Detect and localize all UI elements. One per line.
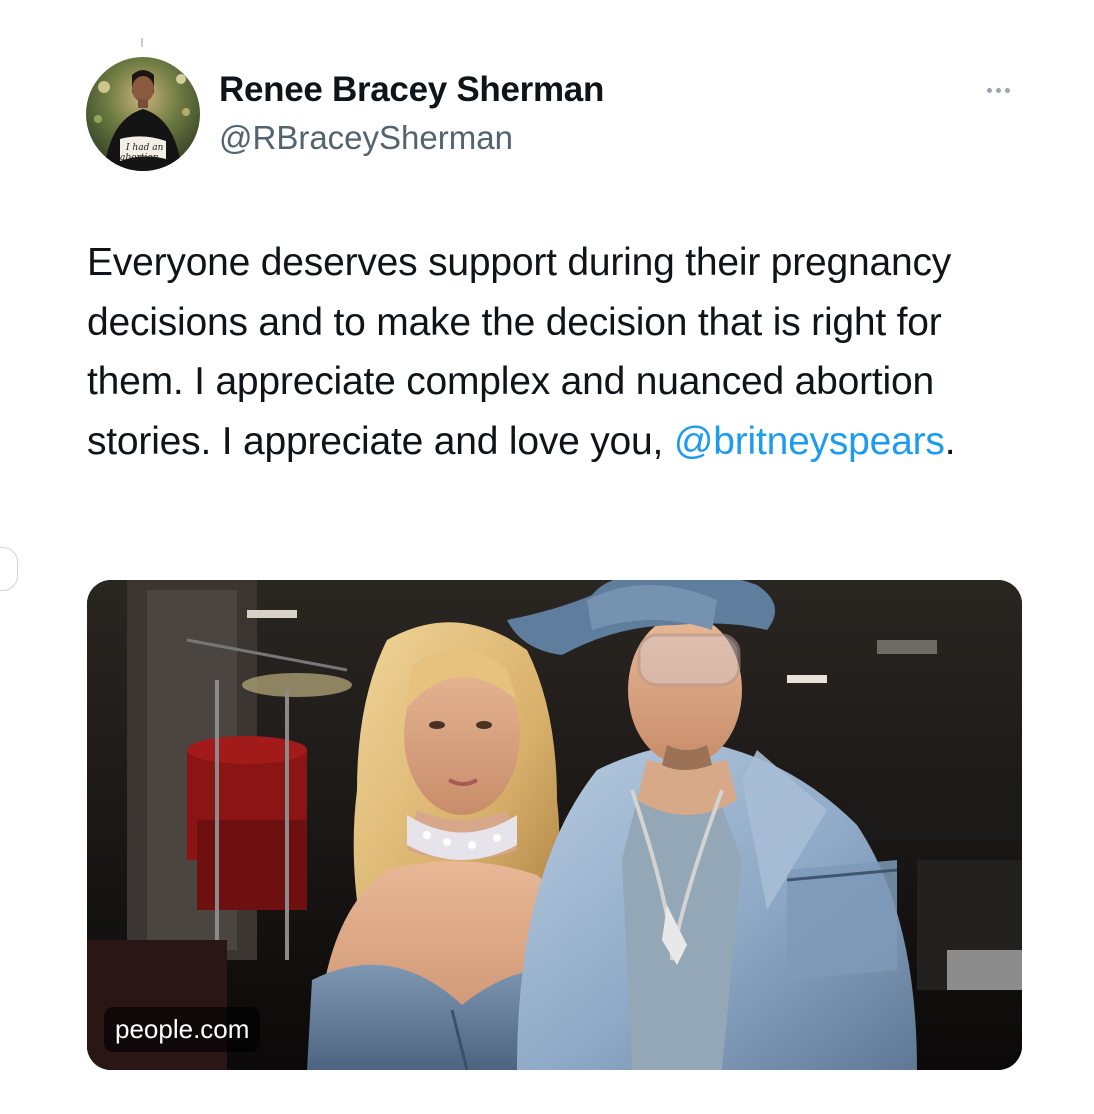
more-horizontal-icon bbox=[986, 87, 992, 93]
tweet-media-card[interactable]: people.com bbox=[87, 580, 1022, 1070]
side-scroll-handle[interactable] bbox=[0, 547, 18, 591]
tweet-end-punctuation: . bbox=[944, 419, 956, 463]
author-display-name[interactable]: Renee Bracey Sherman bbox=[219, 68, 604, 112]
author-avatar[interactable]: I had an abortion. bbox=[86, 57, 200, 171]
avatar-shirt-line2: abortion. bbox=[120, 153, 162, 163]
avatar-photo: I had an abortion. bbox=[86, 57, 200, 171]
tweet-text: Everyone deserves support during their p… bbox=[87, 233, 1047, 471]
avatar-shirt-line1: I had an bbox=[125, 143, 164, 153]
more-horizontal-icon-dot bbox=[1004, 87, 1010, 93]
media-photo bbox=[87, 580, 1022, 1070]
more-horizontal-icon-dot bbox=[995, 87, 1001, 93]
top-edge-marker bbox=[141, 38, 143, 47]
mention-link[interactable]: @britneyspears bbox=[674, 420, 945, 463]
author-handle[interactable]: @RBraceySherman bbox=[219, 116, 513, 160]
media-source-link[interactable]: people.com bbox=[104, 1007, 261, 1052]
more-options-button[interactable] bbox=[974, 76, 1022, 104]
